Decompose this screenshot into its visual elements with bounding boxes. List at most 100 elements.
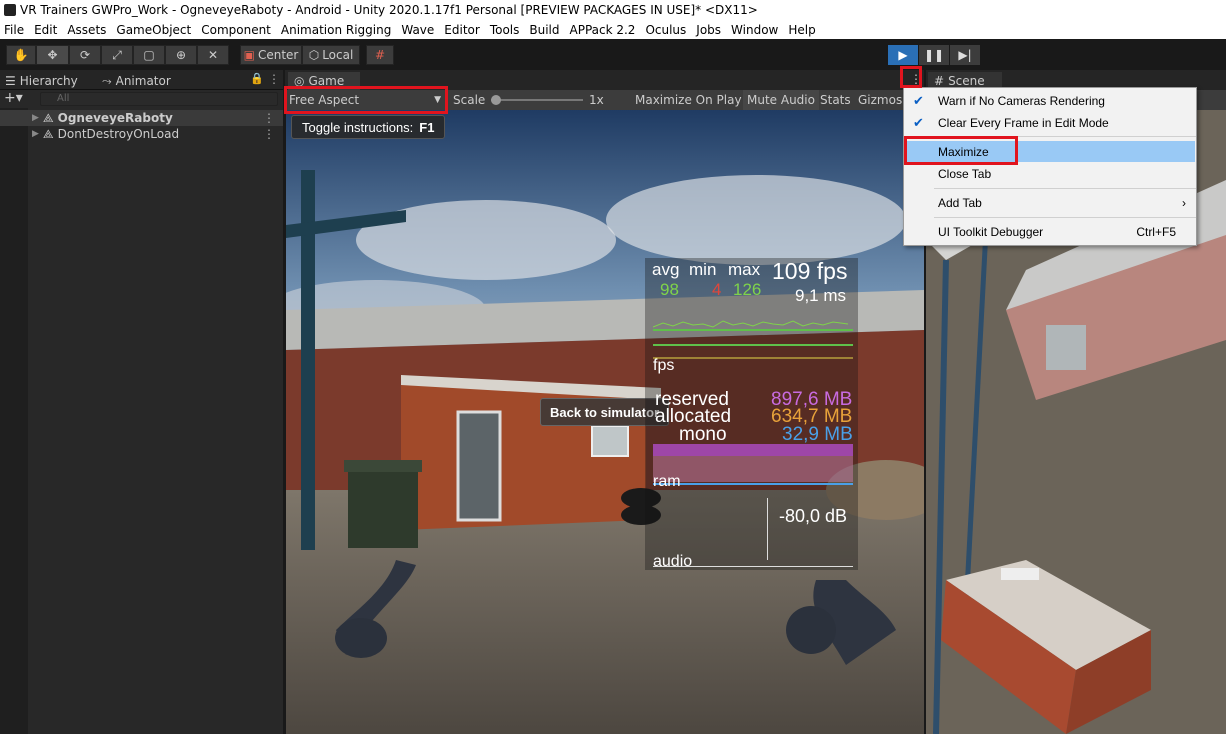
move-tool-button[interactable]: ✥: [36, 45, 69, 65]
checkmark-icon: ✔: [913, 114, 924, 130]
menu-editor[interactable]: Editor: [440, 23, 486, 37]
custom-tool-button[interactable]: ✕: [197, 45, 229, 65]
menu-separator: [934, 136, 1196, 137]
gizmos-toggle[interactable]: Gizmos: [858, 93, 902, 107]
scale-label: Scale: [453, 93, 486, 107]
grid-snap-button[interactable]: #: [366, 45, 394, 65]
hierarchy-dontdestroy-row[interactable]: ▶ ⟁ DontDestroyOnLoad ⋮: [0, 126, 283, 142]
tab-game[interactable]: ◎ Game: [288, 72, 360, 90]
menu-item-clear-every-frame[interactable]: ✔ Clear Every Frame in Edit Mode: [904, 112, 1196, 133]
menu-separator: [934, 217, 1196, 218]
hierarchy-search-bar: +▾ All: [0, 90, 283, 108]
hand-icon: ✋: [13, 48, 29, 62]
audio-value: -80,0 dB: [779, 506, 848, 526]
maximize-on-play-toggle[interactable]: Maximize On Play: [635, 93, 742, 107]
add-object-button[interactable]: +▾: [4, 90, 23, 106]
step-button[interactable]: ▶|: [950, 45, 980, 65]
menu-component[interactable]: Component: [197, 23, 277, 37]
window-title: VR Trainers GWPro_Work - OgneveyeRaboty …: [20, 3, 758, 17]
mute-audio-toggle[interactable]: Mute Audio: [743, 90, 819, 110]
game-view-toolbar: Free Aspect ▼ Scale 1x Maximize On Play …: [285, 90, 924, 110]
kebab-menu-icon[interactable]: ⋮: [268, 72, 280, 86]
hand-tool-button[interactable]: ✋: [6, 45, 36, 65]
lock-icon[interactable]: 🔒: [250, 72, 264, 85]
pause-icon: ❚❚: [923, 48, 945, 62]
menu-item-warn-no-cameras[interactable]: ✔ Warn if No Cameras Rendering: [904, 90, 1196, 111]
hierarchy-scene-row[interactable]: ▶ ⟁ OgneveyeRaboty ⋮: [0, 110, 283, 126]
menu-item-close-tab[interactable]: Close Tab: [904, 163, 1196, 184]
grid-icon: #: [374, 48, 386, 62]
pivot-local-button[interactable]: ⬡ Local: [302, 45, 360, 65]
menu-animation-rigging[interactable]: Animation Rigging: [277, 23, 397, 37]
menu-oculus[interactable]: Oculus: [641, 23, 692, 37]
menu-edit[interactable]: Edit: [30, 23, 63, 37]
fps-graph: [653, 320, 853, 359]
unity-logo-icon: [4, 4, 16, 16]
menu-item-ui-toolkit-debugger[interactable]: UI Toolkit Debugger Ctrl+F5: [904, 221, 1196, 242]
audio-marker: [767, 498, 768, 560]
toggle-instructions-hint: Toggle instructions: F1: [291, 115, 446, 139]
mono-value: 32,9 MB: [782, 424, 853, 445]
menu-separator: [934, 188, 1196, 189]
expand-arrow-icon[interactable]: ▶: [32, 113, 39, 123]
list-icon: ☰: [5, 74, 16, 88]
transform-tool-button[interactable]: ⊕: [165, 45, 197, 65]
menu-item-add-tab[interactable]: Add Tab ›: [904, 192, 1196, 213]
fps-max: 126: [733, 280, 762, 299]
game-tab-context-menu: ✔ Warn if No Cameras Rendering ✔ Clear E…: [903, 87, 1197, 246]
rotate-tool-button[interactable]: ⟳: [69, 45, 101, 65]
aspect-dropdown[interactable]: Free Aspect ▼: [285, 90, 447, 110]
gamepad-icon: ◎: [294, 74, 305, 88]
scale-tool-button[interactable]: ⤢: [101, 45, 133, 65]
menu-jobs[interactable]: Jobs: [692, 23, 727, 37]
hierarchy-tabs: ☰ Hierarchy ⤳ Animator 🔒 ⋮: [0, 70, 283, 90]
menu-tools[interactable]: Tools: [486, 23, 526, 37]
fps-avg: 98: [660, 280, 679, 299]
scale-slider[interactable]: [491, 99, 583, 101]
dropdown-arrow-icon: ▼: [434, 95, 441, 105]
menu-bar: File Edit Assets GameObject Component An…: [0, 20, 1226, 39]
rect-icon: ▢: [143, 48, 155, 62]
game-tab-menu-icon[interactable]: ⋮: [910, 72, 922, 86]
step-icon: ▶|: [958, 48, 972, 62]
tab-hierarchy[interactable]: ☰ Hierarchy: [5, 72, 78, 90]
tools-icon: ✕: [207, 48, 219, 62]
play-button[interactable]: ▶: [888, 45, 918, 65]
scale-slider-thumb[interactable]: [491, 95, 501, 105]
menu-wave[interactable]: Wave: [397, 23, 440, 37]
unity-scene-icon: ⟁: [42, 110, 54, 125]
game-tabs: ◎ Game: [285, 70, 924, 90]
main-toolbar: ✋ ✥ ⟳ ⤢ ▢ ⊕ ✕ ▣ Center ⬡ Local # ▶ ❚❚ ▶|: [0, 40, 1226, 70]
menu-help[interactable]: Help: [784, 23, 821, 37]
grid-icon: #: [934, 74, 945, 88]
pause-button[interactable]: ❚❚: [919, 45, 949, 65]
tab-animator[interactable]: ⤳ Animator: [102, 72, 171, 90]
row-menu-icon[interactable]: ⋮: [263, 127, 275, 141]
expand-arrow-icon[interactable]: ▶: [32, 129, 39, 139]
move-icon: ✥: [47, 48, 58, 62]
pivot-icon: ▣: [243, 48, 255, 62]
hierarchy-tree: [0, 108, 283, 734]
pivot-center-button[interactable]: ▣ Center: [240, 45, 302, 65]
menu-file[interactable]: File: [0, 23, 30, 37]
menu-build[interactable]: Build: [525, 23, 565, 37]
rotate-icon: ⟳: [79, 48, 91, 62]
checkmark-icon: ✔: [913, 92, 924, 108]
menu-appack[interactable]: APPack 2.2: [566, 23, 642, 37]
menu-item-maximize[interactable]: Maximize: [905, 141, 1195, 162]
menu-assets[interactable]: Assets: [63, 23, 112, 37]
hierarchy-gutter: [0, 108, 28, 734]
fps-value: 109 fps: [772, 258, 848, 284]
audio-baseline: [653, 566, 853, 567]
menu-gameobject[interactable]: GameObject: [112, 23, 197, 37]
row-menu-icon[interactable]: ⋮: [263, 111, 275, 125]
ram-graph: [653, 444, 853, 485]
play-icon: ▶: [898, 48, 908, 62]
ms-value: 9,1 ms: [795, 286, 847, 305]
transform-icon: ⊕: [175, 48, 187, 62]
rect-tool-button[interactable]: ▢: [133, 45, 165, 65]
performance-overlay: avg min max 109 fps 98 4 126 9,1 ms fps …: [645, 258, 858, 570]
menu-window[interactable]: Window: [727, 23, 784, 37]
hierarchy-search-input[interactable]: All: [40, 92, 278, 106]
stats-toggle[interactable]: Stats: [820, 93, 851, 107]
